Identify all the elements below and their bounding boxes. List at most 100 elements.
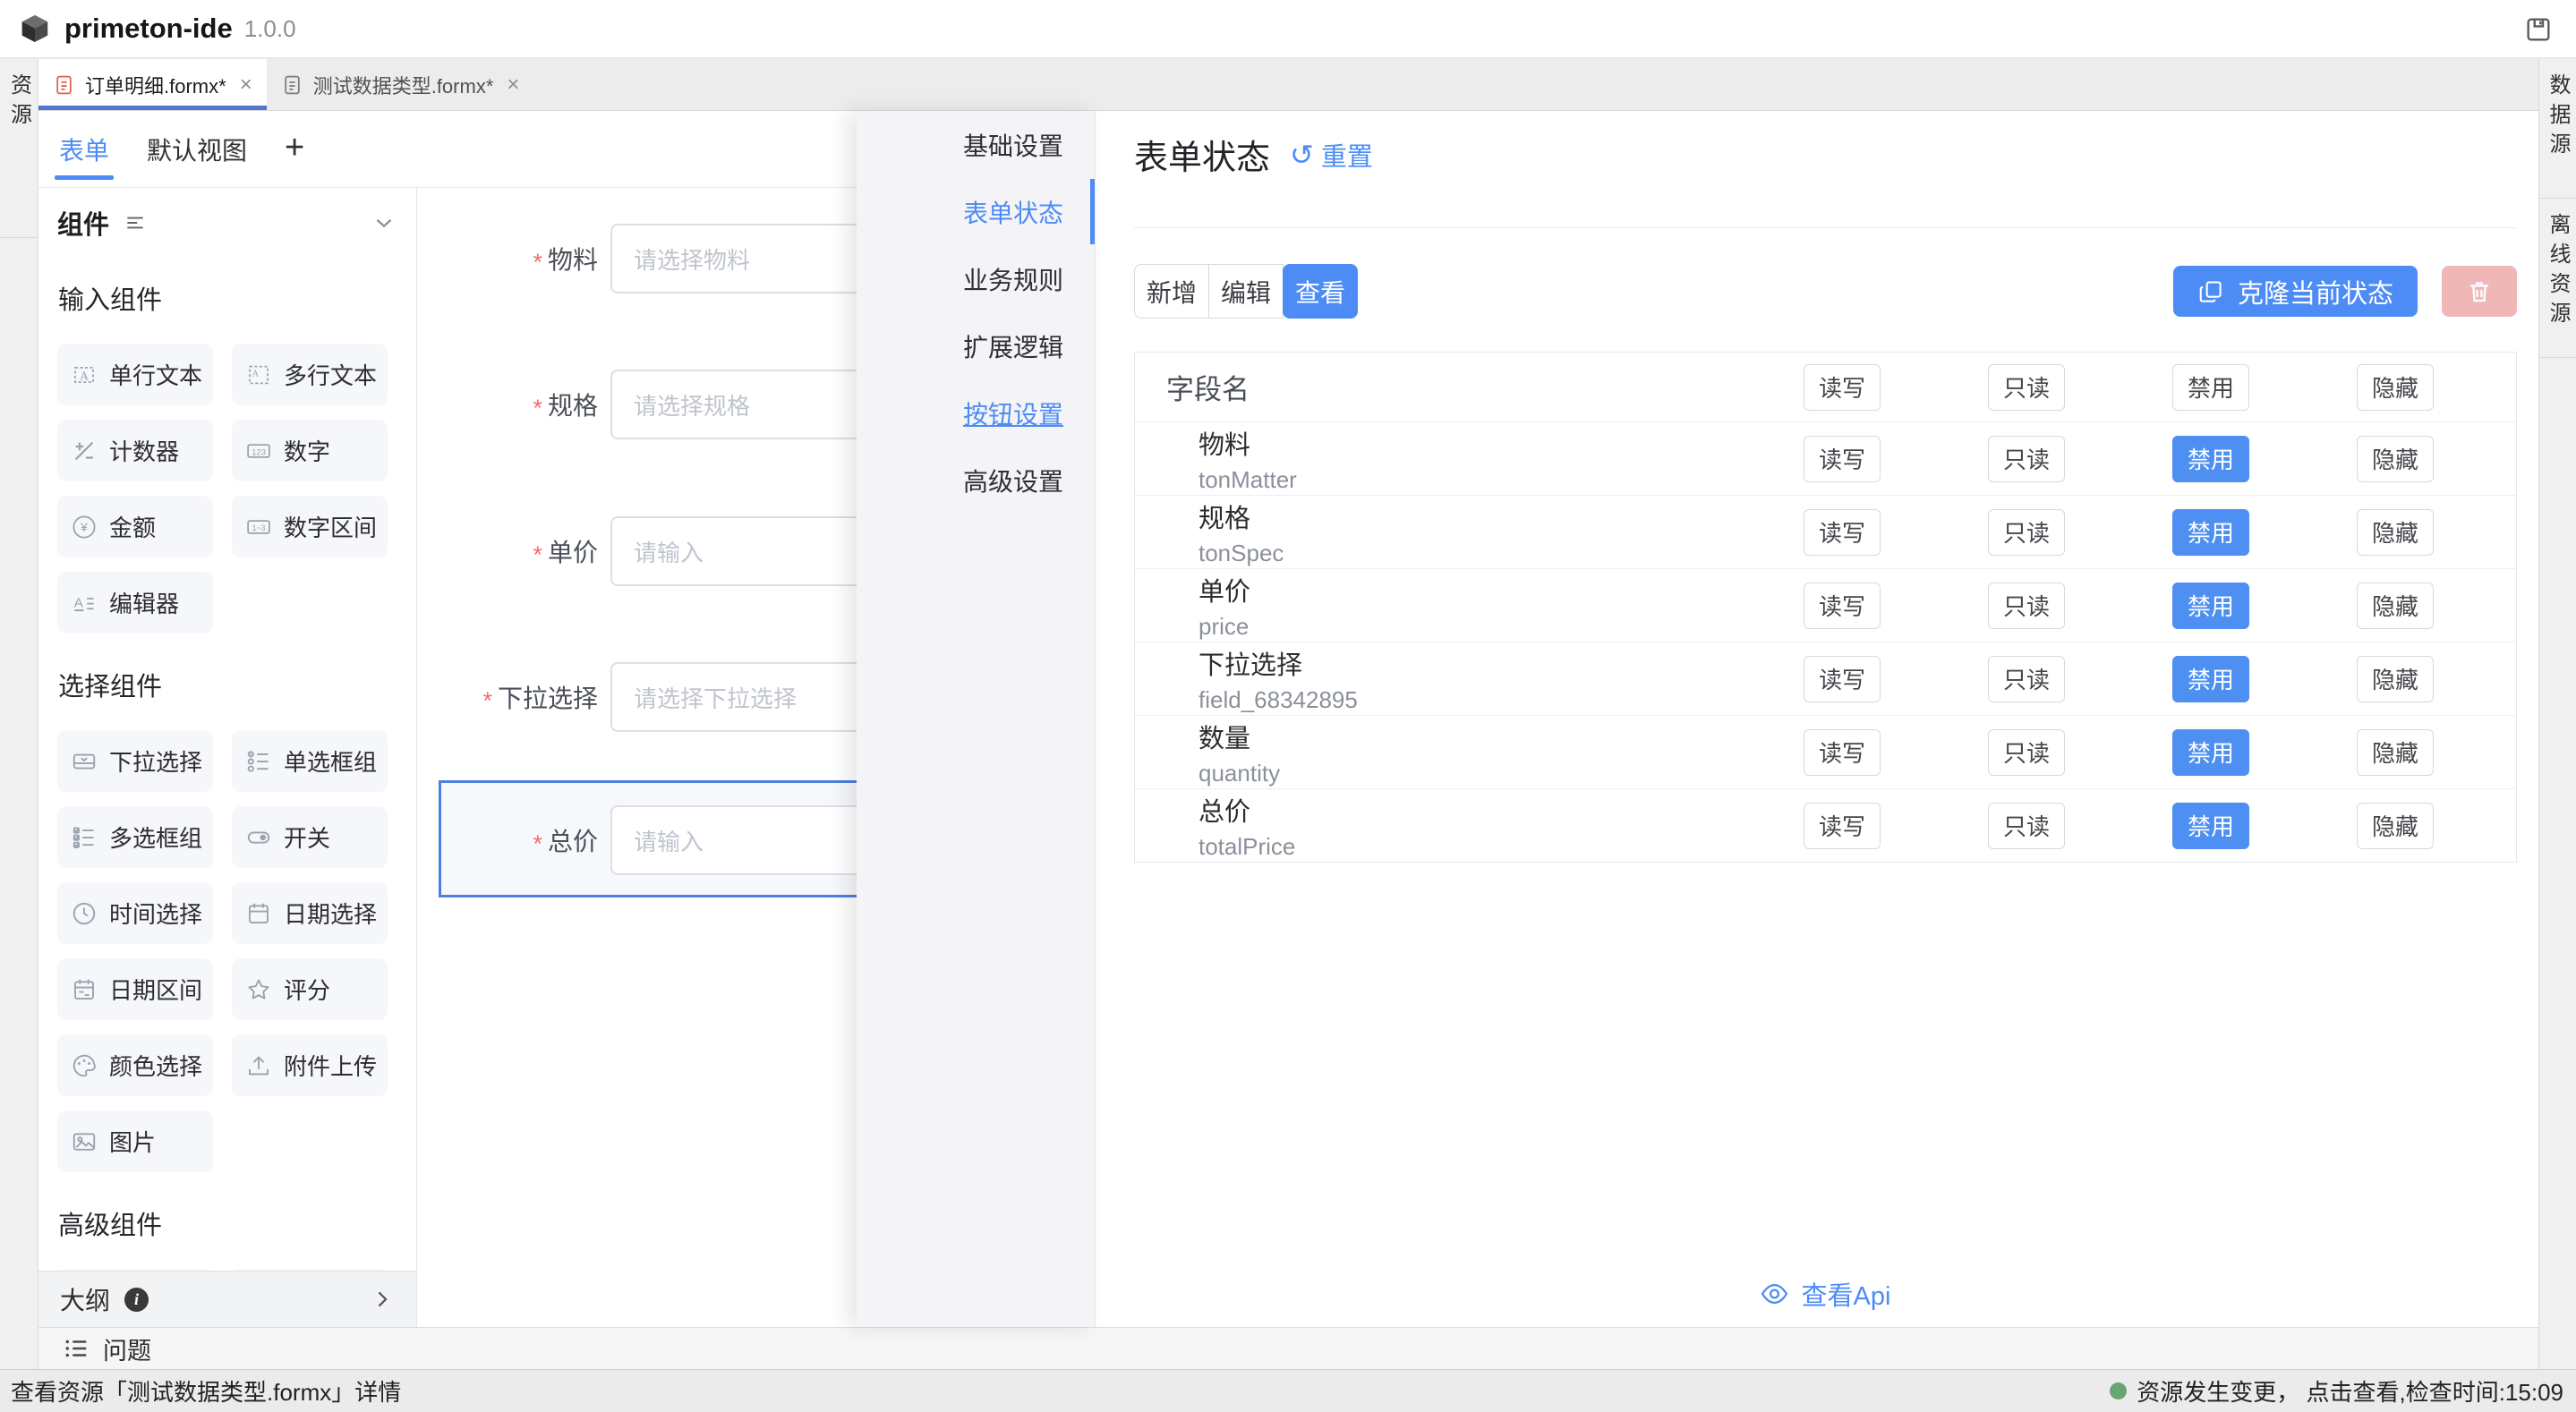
svg-text:1~3: 1~3 xyxy=(252,523,266,532)
component-image[interactable]: 图片 xyxy=(57,1110,213,1172)
field-row-price[interactable]: * 单价 请输入 xyxy=(417,516,857,586)
component-switch[interactable]: 开关 xyxy=(232,806,388,868)
outline-bar[interactable]: 大纲 i xyxy=(38,1271,417,1327)
mode-tab-edit[interactable]: 编辑 xyxy=(1208,264,1284,319)
mode-tab-view[interactable]: 查看 xyxy=(1283,264,1358,319)
view-tab-default-view[interactable]: 默认视图 xyxy=(147,111,247,187)
view-api-link[interactable]: 查看Api xyxy=(1760,1275,1891,1313)
material-select-input[interactable]: 请选择物料 xyxy=(610,224,857,293)
component-multi-line-text[interactable]: A 多行文本 xyxy=(232,344,388,405)
dropdown-select-input[interactable]: 请选择下拉选择 xyxy=(610,662,857,732)
state-hidden-button[interactable]: 隐藏 xyxy=(2357,583,2434,629)
menu-item-advanced-settings[interactable]: 高级设置 xyxy=(857,447,1095,514)
component-date-range[interactable]: 日期区间 xyxy=(57,958,213,1020)
state-readonly-button[interactable]: 只读 xyxy=(1988,729,2065,776)
reset-button[interactable]: ↺ 重置 xyxy=(1290,136,1373,174)
state-readonly-button[interactable]: 只读 xyxy=(1988,436,2065,482)
spec-select-input[interactable]: 请选择规格 xyxy=(610,370,857,439)
add-view-button[interactable]: + xyxy=(285,131,304,165)
state-readwrite-button[interactable]: 读写 xyxy=(1804,509,1881,556)
component-time-picker[interactable]: 时间选择 xyxy=(57,882,213,944)
component-editor[interactable]: A 编辑器 xyxy=(57,572,213,634)
component-select[interactable]: 下拉选择 xyxy=(57,730,213,792)
menu-item-button-settings[interactable]: 按钮设置 xyxy=(857,379,1095,447)
checkbox-group-icon xyxy=(71,824,98,851)
state-disabled-button[interactable]: 禁用 xyxy=(2172,583,2249,629)
state-readwrite-button[interactable]: 读写 xyxy=(1804,803,1881,849)
sidebar-item-datasource[interactable]: 数据源 xyxy=(2539,59,2576,199)
menu-item-basic-settings[interactable]: 基础设置 xyxy=(857,111,1095,178)
mode-segmented-control: 新增 编辑 查看 xyxy=(1134,264,1358,319)
chevron-right-icon[interactable] xyxy=(370,1287,395,1312)
view-tab-form[interactable]: 表单 xyxy=(59,111,109,187)
header-state-readwrite-button[interactable]: 读写 xyxy=(1804,364,1881,411)
state-readwrite-button[interactable]: 读写 xyxy=(1804,729,1881,776)
component-radio-group[interactable]: 单选框组 xyxy=(232,730,388,792)
form-canvas[interactable]: * 物料 请选择物料 * 规格 请选择规格 * 单价 请输入 xyxy=(417,188,857,1327)
field-row-spec[interactable]: * 规格 请选择规格 xyxy=(417,370,857,439)
state-hidden-button[interactable]: 隐藏 xyxy=(2357,509,2434,556)
close-icon[interactable]: × xyxy=(240,72,252,98)
state-readonly-button[interactable]: 只读 xyxy=(1988,583,2065,629)
problems-label: 问题 xyxy=(103,1331,151,1366)
component-number[interactable]: 123 数字 xyxy=(232,420,388,481)
state-disabled-button[interactable]: 禁用 xyxy=(2172,656,2249,702)
state-hidden-button[interactable]: 隐藏 xyxy=(2357,436,2434,482)
reset-icon: ↺ xyxy=(1290,140,1314,169)
delete-state-button[interactable] xyxy=(2442,266,2517,317)
state-hidden-button[interactable]: 隐藏 xyxy=(2357,729,2434,776)
state-disabled-button[interactable]: 禁用 xyxy=(2172,509,2249,556)
problems-bar[interactable]: 问题 xyxy=(38,1327,2538,1369)
mode-tab-add[interactable]: 新增 xyxy=(1134,264,1209,319)
header-state-disabled-button[interactable]: 禁用 xyxy=(2172,364,2249,411)
menu-item-business-rules[interactable]: 业务规则 xyxy=(857,245,1095,312)
component-checkbox-group[interactable]: 多选框组 xyxy=(57,806,213,868)
component-date-picker[interactable]: 日期选择 xyxy=(232,882,388,944)
sidebar-item-offline-resources[interactable]: 离线资源 xyxy=(2539,199,2576,358)
total-price-input[interactable]: 请输入 xyxy=(610,805,857,875)
component-number-range[interactable]: 1~3 数字区间 xyxy=(232,496,388,557)
state-disabled-button[interactable]: 禁用 xyxy=(2172,436,2249,482)
state-readonly-button[interactable]: 只读 xyxy=(1988,803,2065,849)
state-hidden-button[interactable]: 隐藏 xyxy=(2357,803,2434,849)
clone-current-state-button[interactable]: 克隆当前状态 xyxy=(2173,266,2418,317)
component-amount[interactable]: ¥ 金额 xyxy=(57,496,213,557)
field-id: quantity xyxy=(1198,760,1280,787)
sidebar-item-resources[interactable]: 资源 xyxy=(0,59,38,238)
number-range-icon: 1~3 xyxy=(245,514,272,540)
save-icon[interactable] xyxy=(2521,12,2556,47)
component-upload[interactable]: 附件上传 xyxy=(232,1034,388,1096)
state-readwrite-button[interactable]: 读写 xyxy=(1804,436,1881,482)
price-input[interactable]: 请输入 xyxy=(610,516,857,586)
field-row-total-price[interactable]: * 总价 请输入 xyxy=(417,805,857,875)
field-row-dropdown[interactable]: * 下拉选择 请选择下拉选择 xyxy=(417,662,857,732)
state-disabled-button[interactable]: 禁用 xyxy=(2172,803,2249,849)
menu-item-extension-logic[interactable]: 扩展逻辑 xyxy=(857,312,1095,379)
state-hidden-button[interactable]: 隐藏 xyxy=(2357,656,2434,702)
close-icon[interactable]: × xyxy=(507,72,519,98)
header-state-hidden-button[interactable]: 隐藏 xyxy=(2357,364,2434,411)
field-row-material[interactable]: * 物料 请选择物料 xyxy=(417,224,857,293)
status-right[interactable]: 资源发生变更， 点击查看,检查时间:15:09 xyxy=(2110,1374,2563,1408)
state-readwrite-button[interactable]: 读写 xyxy=(1804,656,1881,702)
list-layout-icon[interactable] xyxy=(124,211,147,234)
component-panel: 组件 输入组件 A 单行文本 xyxy=(38,188,417,1271)
state-readwrite-button[interactable]: 读写 xyxy=(1804,583,1881,629)
menu-item-form-state[interactable]: 表单状态 xyxy=(857,178,1095,245)
state-readonly-button[interactable]: 只读 xyxy=(1988,656,2065,702)
single-line-text-icon: A xyxy=(71,362,98,388)
state-disabled-button[interactable]: 禁用 xyxy=(2172,729,2249,776)
required-asterisk: * xyxy=(482,680,492,715)
component-color-picker[interactable]: 颜色选择 xyxy=(57,1034,213,1096)
page-title: 表单状态 xyxy=(1134,130,1270,179)
status-left-text[interactable]: 查看资源「测试数据类型.formx」详情 xyxy=(11,1374,401,1408)
component-single-line-text[interactable]: A 单行文本 xyxy=(57,344,213,405)
doc-tab-order-detail[interactable]: 订单明细.formx* × xyxy=(38,59,267,110)
component-counter[interactable]: 计数器 xyxy=(57,420,213,481)
header-state-readonly-button[interactable]: 只读 xyxy=(1988,364,2065,411)
chevron-down-icon[interactable] xyxy=(371,209,397,236)
state-readonly-button[interactable]: 只读 xyxy=(1988,509,2065,556)
component-rating[interactable]: 评分 xyxy=(232,958,388,1020)
doc-tab-test-datatypes[interactable]: 测试数据类型.formx* × xyxy=(267,59,534,110)
table-row: 物料 tonMatter 读写 只读 禁用 隐藏 xyxy=(1135,421,2516,495)
